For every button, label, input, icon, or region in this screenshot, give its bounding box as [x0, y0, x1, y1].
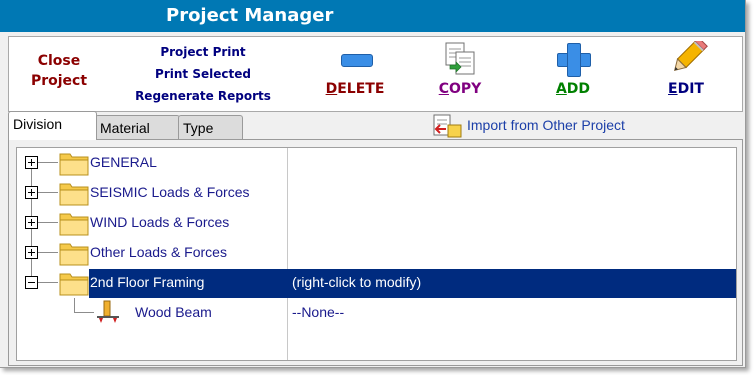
- expand-icon[interactable]: [25, 246, 38, 259]
- add-accel: A: [555, 81, 567, 97]
- delete-button[interactable]: DELETE: [315, 41, 395, 97]
- print-selected-link[interactable]: Print Selected: [133, 63, 273, 85]
- folder-icon: [59, 273, 89, 296]
- copy-accel: C: [438, 81, 449, 97]
- plus-icon: [533, 41, 613, 77]
- tree-child-value: --None--: [292, 304, 345, 320]
- tree-item-label: GENERAL: [90, 154, 157, 170]
- collapse-icon[interactable]: [25, 276, 38, 289]
- import-icon: [433, 114, 462, 138]
- tab-division-label: Division: [13, 116, 63, 132]
- tree-item-label: 2nd Floor Framing: [90, 274, 205, 290]
- tree-item-2nd-floor-framing[interactable]: 2nd Floor Framing (right-click to modify…: [17, 268, 736, 298]
- edit-label: DIT: [677, 81, 704, 97]
- regenerate-reports-link[interactable]: Regenerate Reports: [133, 85, 273, 107]
- wood-beam-icon: [97, 300, 119, 323]
- folder-icon: [59, 213, 89, 236]
- expand-icon[interactable]: [25, 156, 38, 169]
- copy-button[interactable]: COPY: [420, 41, 500, 97]
- expand-icon[interactable]: [25, 186, 38, 199]
- copy-documents-icon: [420, 41, 500, 77]
- tree-child-wood-beam[interactable]: Wood Beam --None--: [17, 298, 736, 328]
- project-manager-window: Project Manager Close Project Project Pr…: [0, 0, 746, 368]
- folder-icon: [59, 183, 89, 206]
- tree-child-label: Wood Beam: [135, 304, 212, 320]
- tab-material-label: Material: [100, 120, 150, 136]
- tree-item-label: WIND Loads & Forces: [90, 214, 230, 230]
- folder-icon: [59, 153, 89, 176]
- tree-item-label: Other Loads & Forces: [90, 244, 227, 260]
- expand-icon[interactable]: [25, 216, 38, 229]
- tab-type[interactable]: Type: [178, 115, 243, 139]
- tab-type-label: Type: [183, 120, 214, 136]
- window-title: Project Manager: [166, 5, 334, 26]
- delete-accel: D: [325, 81, 338, 97]
- add-button[interactable]: ADD: [533, 41, 613, 97]
- edit-accel: E: [668, 81, 678, 97]
- close-project-button[interactable]: Close Project: [27, 51, 91, 91]
- edit-button[interactable]: EDIT: [646, 37, 726, 97]
- tree-item-seismic[interactable]: SEISMIC Loads & Forces: [17, 178, 736, 208]
- project-print-link[interactable]: Project Print: [133, 41, 273, 63]
- tree-item-label: SEISMIC Loads & Forces: [90, 184, 250, 200]
- copy-label: OPY: [448, 81, 482, 97]
- tab-division[interactable]: Division: [8, 111, 97, 140]
- pencil-icon: [646, 37, 726, 77]
- tree-item-general[interactable]: GENERAL: [17, 148, 736, 178]
- tree-panel: GENERAL SEISMIC Loads & Forces WIND Load…: [8, 139, 743, 366]
- minus-icon: [315, 41, 395, 77]
- tab-material[interactable]: Material: [95, 115, 180, 139]
- tree-item-wind[interactable]: WIND Loads & Forces: [17, 208, 736, 238]
- right-click-hint: (right-click to modify): [292, 274, 422, 290]
- folder-icon: [59, 243, 89, 266]
- tree-item-other-loads[interactable]: Other Loads & Forces: [17, 238, 736, 268]
- toolbar: Close Project Project Print Print Select…: [8, 36, 743, 112]
- delete-label: ELETE: [337, 81, 385, 97]
- print-links-group: Project Print Print Selected Regenerate …: [133, 41, 273, 107]
- add-label: DD: [566, 81, 591, 97]
- title-bar: Project Manager: [0, 0, 745, 32]
- view-tabs: Division Material Type: [8, 111, 308, 140]
- import-link-label: Import from Other Project: [467, 117, 625, 133]
- division-tree[interactable]: GENERAL SEISMIC Loads & Forces WIND Load…: [16, 147, 737, 361]
